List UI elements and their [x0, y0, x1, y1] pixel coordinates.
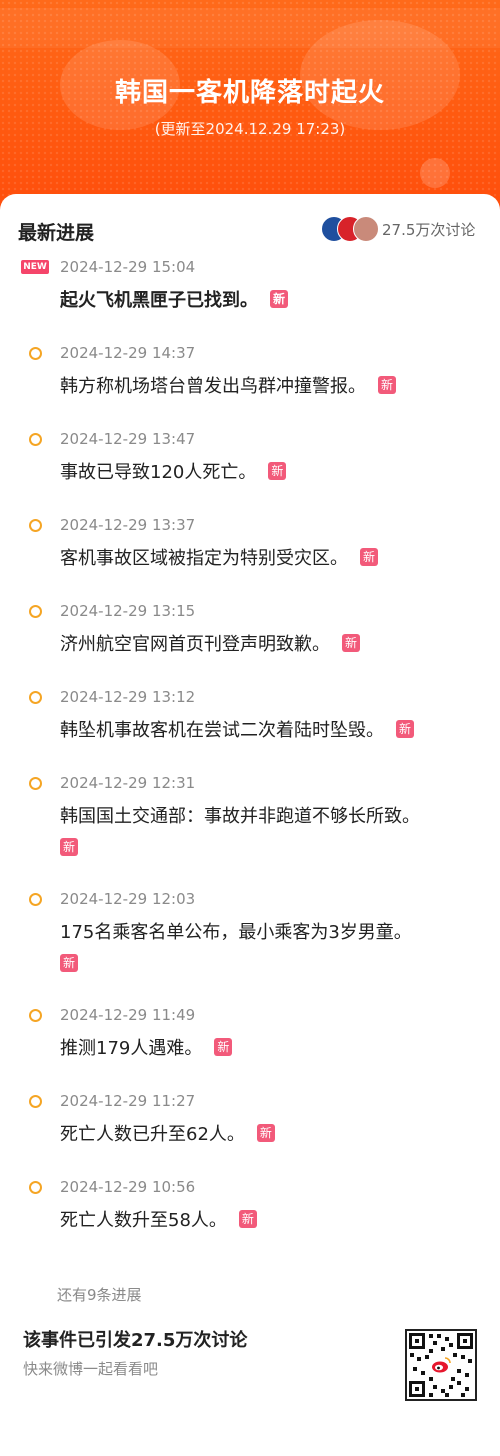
footer-title: 该事件已引发27.5万次讨论 — [23, 1330, 248, 1351]
timeline-item[interactable]: 2024-12-29 12:03 175名乘客名单公布，最小乘客为3岁男童。新 — [0, 888, 500, 1004]
timeline-dot-icon — [29, 1009, 42, 1022]
timeline-time: 2024-12-29 15:04 — [60, 258, 196, 276]
new-tag: 新 — [378, 376, 396, 394]
timeline-item[interactable]: 2024-12-29 13:12 韩坠机事故客机在尝试二次着陆时坠毁。新 — [0, 686, 500, 772]
new-tag: 新 — [60, 838, 78, 856]
discussion-count[interactable]: 27.5万次讨论 — [382, 219, 475, 240]
timeline-dot-icon — [29, 1095, 42, 1108]
timeline-item[interactable]: 2024-12-29 11:49 推测179人遇难。新 — [0, 1004, 500, 1090]
timeline-dot-icon — [29, 605, 42, 618]
new-tag: 新 — [214, 1038, 233, 1056]
timeline-time: 2024-12-29 12:31 — [60, 774, 196, 792]
new-tag: 新 — [270, 290, 288, 308]
avatar — [353, 216, 379, 242]
timeline-dot-icon — [29, 777, 42, 790]
new-tag: 新 — [360, 548, 378, 566]
timeline-text: 175名乘客名单公布，最小乘客为3岁男童。 — [60, 922, 412, 943]
timeline-item[interactable]: 2024-12-29 10:56 死亡人数升至58人。新 — [0, 1176, 500, 1262]
content-card: 最新进展 27.5万次讨论 NEW 2024-12-29 15:04 起火飞机黑… — [0, 194, 500, 1456]
timeline-dot-icon — [29, 893, 42, 906]
timeline-item[interactable]: 2024-12-29 12:31 韩国国土交通部：事故并非跑道不够长所致。新 — [0, 772, 500, 888]
update-time: (更新至2024.12.29 17:23) — [154, 120, 346, 138]
timeline-time: 2024-12-29 11:27 — [60, 1092, 196, 1110]
timeline-dot-icon — [29, 1181, 42, 1194]
page-title: 韩国一客机降落时起火 — [114, 78, 385, 108]
timeline-item[interactable]: 2024-12-29 13:47 事故已导致120人死亡。新 — [0, 428, 500, 514]
timeline-time: 2024-12-29 13:47 — [60, 430, 196, 448]
timeline-time: 2024-12-29 10:56 — [60, 1178, 196, 1196]
more-updates-link[interactable]: 还有9条进展 — [57, 1284, 142, 1305]
timeline-time: 2024-12-29 13:15 — [60, 602, 196, 620]
timeline-item[interactable]: NEW 2024-12-29 15:04 起火飞机黑匣子已找到。新 — [0, 256, 500, 342]
timeline-time: 2024-12-29 11:49 — [60, 1006, 196, 1024]
map-marker — [420, 158, 450, 188]
new-tag: 新 — [268, 462, 287, 480]
new-tag: 新 — [238, 1210, 257, 1228]
timeline-text: 死亡人数升至58人。 — [60, 1210, 227, 1231]
timeline-text: 起火飞机黑匣子已找到。 — [60, 290, 258, 311]
footer-subtitle: 快来微博一起看看吧 — [23, 1360, 159, 1378]
qr-code[interactable] — [405, 1329, 477, 1401]
participant-avatars[interactable] — [321, 216, 379, 242]
timeline-dot-icon — [29, 347, 42, 360]
timeline-item[interactable]: 2024-12-29 13:37 客机事故区域被指定为特别受灾区。新 — [0, 514, 500, 600]
timeline-text: 韩方称机场塔台曾发出鸟群冲撞警报。 — [60, 376, 366, 397]
timeline-dot-icon — [29, 691, 42, 704]
timeline-time: 2024-12-29 13:12 — [60, 688, 196, 706]
header-banner: 韩国一客机降落时起火 (更新至2024.12.29 17:23) — [0, 0, 500, 210]
timeline: NEW 2024-12-29 15:04 起火飞机黑匣子已找到。新 2024-1… — [0, 256, 500, 1262]
timeline-item[interactable]: 2024-12-29 11:27 死亡人数已升至62人。新 — [0, 1090, 500, 1176]
timeline-text: 事故已导致120人死亡。 — [60, 462, 257, 483]
timeline-dot-icon — [29, 519, 42, 532]
timeline-text: 韩坠机事故客机在尝试二次着陆时坠毁。 — [60, 720, 384, 741]
new-tag: 新 — [396, 720, 414, 738]
new-tag: 新 — [256, 1124, 275, 1142]
timeline-text: 韩国国土交通部：事故并非跑道不够长所致。 — [60, 806, 420, 827]
timeline-item[interactable]: 2024-12-29 14:37 韩方称机场塔台曾发出鸟群冲撞警报。新 — [0, 342, 500, 428]
timeline-time: 2024-12-29 12:03 — [60, 890, 196, 908]
timeline-time: 2024-12-29 14:37 — [60, 344, 196, 362]
timeline-text: 死亡人数已升至62人。 — [60, 1124, 245, 1145]
timeline-time: 2024-12-29 13:37 — [60, 516, 196, 534]
section-title: 最新进展 — [18, 222, 95, 244]
new-tag: 新 — [342, 634, 360, 652]
timeline-item[interactable]: 2024-12-29 13:15 济州航空官网首页刊登声明致歉。新 — [0, 600, 500, 686]
timeline-dot-icon — [29, 433, 42, 446]
timeline-text: 客机事故区域被指定为特别受灾区。 — [60, 548, 348, 569]
timeline-text: 济州航空官网首页刊登声明致歉。 — [60, 634, 330, 655]
timeline-text: 推测179人遇难。 — [60, 1038, 203, 1059]
qr-code-icon — [409, 1333, 473, 1397]
new-badge: NEW — [21, 260, 49, 274]
new-tag: 新 — [60, 954, 78, 972]
